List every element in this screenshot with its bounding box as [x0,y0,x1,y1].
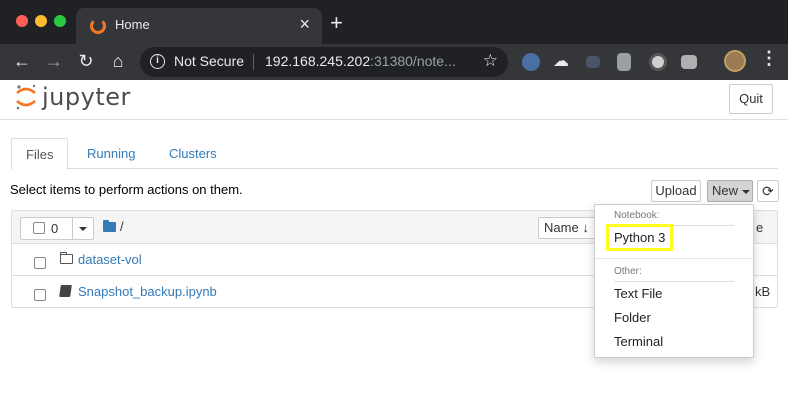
url-path: :31380/note... [370,53,456,69]
minimize-window-button[interactable] [35,15,47,27]
upload-button[interactable]: Upload [651,180,701,202]
new-tab-icon[interactable]: + [330,10,343,36]
select-menu-chevron-icon[interactable] [79,227,87,231]
item-name[interactable]: dataset-vol [78,252,142,267]
arrow-down-icon: ↓ [582,220,589,235]
close-window-button[interactable] [16,15,28,27]
url-divider [253,54,254,70]
forward-arrow-icon[interactable]: → [41,48,67,74]
cloud-extension-icon[interactable]: ☁ [553,53,571,71]
refresh-icon: ⟳ [762,183,774,199]
new-dropdown-menu: Notebook: Python 3 Other: Text File Fold… [594,204,754,358]
breadcrumb[interactable]: / [120,219,124,234]
extension-3-icon[interactable] [586,56,600,68]
tab-clusters[interactable]: Clusters [155,138,231,169]
back-arrow-icon[interactable]: ← [9,48,35,74]
tab-title: Home [115,17,150,32]
select-all-group[interactable]: 0 [20,217,94,240]
item-name[interactable]: Snapshot_backup.ipynb [78,284,217,299]
item-checkbox[interactable] [34,257,46,269]
sort-name-label: Name [544,220,579,235]
address-bar[interactable]: i Not Secure 192.168.245.202:31380/note.… [140,47,508,77]
info-icon[interactable]: i [150,54,165,69]
browser-menu-icon[interactable]: ⋮ [760,48,778,69]
select-all-checkbox[interactable] [33,222,45,234]
security-label: Not Secure [174,53,245,69]
new-button-label: New [712,183,739,198]
notebook-section-header: Notebook: [614,210,660,221]
menu-item-text-file[interactable]: Text File [614,286,662,301]
dashboard-tabs: Files Running Clusters [11,138,778,170]
extension-5-icon[interactable] [649,53,667,71]
bookmark-star-icon[interactable]: ☆ [483,51,498,71]
sort-by-name-button[interactable]: Name ↓ [538,217,596,239]
quit-button[interactable]: Quit [729,84,773,114]
root-folder-icon[interactable] [103,220,116,232]
chevron-down-icon [742,190,750,194]
item-checkbox[interactable] [34,289,46,301]
tab-close-icon[interactable]: × [299,14,310,35]
browser-toolbar: ← → ↻ ⌂ i Not Secure 192.168.245.202:313… [0,44,788,80]
jupyter-header: jupyter Quit [0,80,788,120]
menu-divider [595,258,753,259]
other-section-header: Other: [614,266,642,277]
layers-extension-icon[interactable] [617,53,631,71]
home-icon[interactable]: ⌂ [105,48,131,74]
notebook-icon [59,285,72,297]
maximize-window-button[interactable] [54,15,66,27]
jupyter-favicon-icon [90,18,106,34]
jupyter-logo-icon [16,84,36,110]
select-info-text: Select items to perform actions on them. [10,182,243,197]
browser-titlebar: Home × + [0,0,788,44]
reload-icon[interactable]: ↻ [73,48,99,74]
extension-6-icon[interactable] [681,55,697,69]
folder-icon [60,252,73,264]
menu-item-python-3[interactable]: Python 3 [614,230,665,245]
menu-item-folder[interactable]: Folder [614,310,651,325]
last-modified-header-partial[interactable]: e [756,217,763,239]
select-divider [72,218,73,239]
url-host: 192.168.245.202 [265,53,371,69]
refresh-button[interactable]: ⟳ [757,180,779,202]
selected-count: 0 [51,221,59,236]
new-dropdown-button[interactable]: New [707,180,753,202]
url-text: 192.168.245.202:31380/note... [265,53,456,69]
section-underline [614,281,734,282]
tab-running[interactable]: Running [73,138,149,169]
jupyter-logo-text: jupyter [42,83,131,111]
extension-1-icon[interactable] [522,53,540,71]
tab-files[interactable]: Files [11,138,69,170]
browser-tab-home[interactable]: Home × [76,8,322,44]
item-size: kB [755,284,771,299]
menu-item-terminal[interactable]: Terminal [614,334,663,349]
profile-avatar[interactable] [724,50,746,72]
